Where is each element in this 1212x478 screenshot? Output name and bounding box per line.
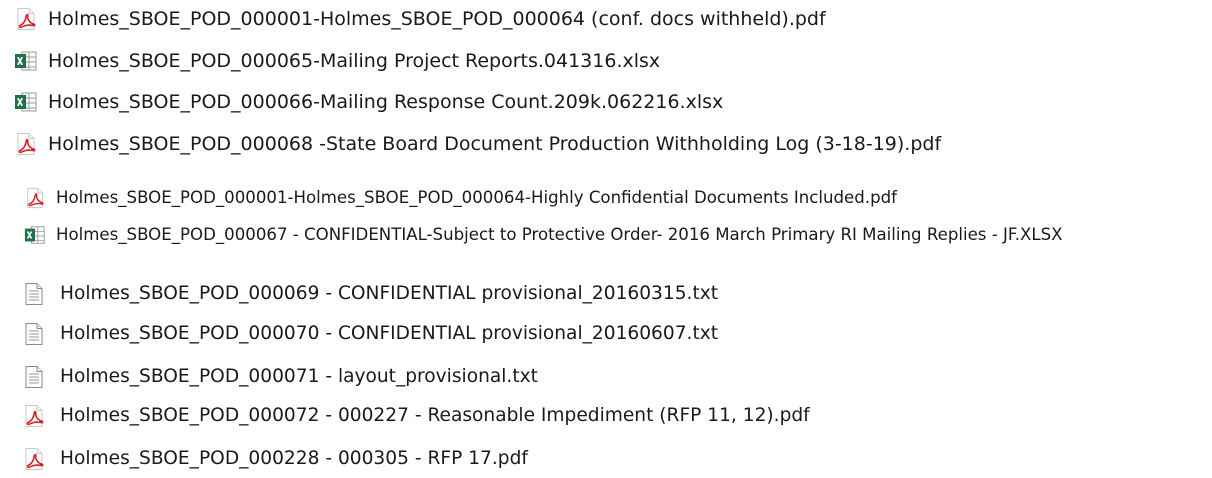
text-file-icon [22,365,46,389]
file-name: Holmes_SBOE_POD_000069 - CONFIDENTIAL pr… [60,283,719,304]
file-item[interactable]: Holmes_SBOE_POD_000066-Mailing Response … [14,87,723,117]
file-item[interactable]: Holmes_SBOE_POD_000228 - 000305 - RFP 17… [22,444,528,474]
file-item[interactable]: Holmes_SBOE_POD_000001-Holmes_SBOE_POD_0… [14,4,826,34]
excel-icon [24,224,46,246]
file-name: Holmes_SBOE_POD_000071 - layout_provisio… [60,366,538,387]
pdf-icon [24,187,46,209]
pdf-icon [14,7,38,31]
file-name: Holmes_SBOE_POD_000068 -State Board Docu… [48,133,942,155]
file-item[interactable]: Holmes_SBOE_POD_000001-Holmes_SBOE_POD_0… [24,183,897,213]
file-list: Holmes_SBOE_POD_000001-Holmes_SBOE_POD_0… [0,0,1212,478]
pdf-icon [14,132,38,156]
file-item[interactable]: Holmes_SBOE_POD_000070 - CONFIDENTIAL pr… [22,319,718,349]
file-item[interactable]: Holmes_SBOE_POD_000071 - layout_provisio… [22,362,538,392]
file-item[interactable]: Holmes_SBOE_POD_000068 -State Board Docu… [14,129,941,159]
file-name: Holmes_SBOE_POD_000066-Mailing Response … [48,91,724,113]
pdf-icon [22,404,46,428]
file-name: Holmes_SBOE_POD_000067 - CONFIDENTIAL-Su… [56,225,1063,244]
file-item[interactable]: Holmes_SBOE_POD_000067 - CONFIDENTIAL-Su… [24,220,1063,250]
excel-icon [14,49,38,73]
file-name: Holmes_SBOE_POD_000065-Mailing Project R… [48,50,661,72]
file-item[interactable]: Holmes_SBOE_POD_000065-Mailing Project R… [14,46,660,76]
file-item[interactable]: Holmes_SBOE_POD_000072 - 000227 - Reason… [22,401,810,431]
excel-icon [14,90,38,114]
file-name: Holmes_SBOE_POD_000070 - CONFIDENTIAL pr… [60,323,719,344]
file-name: Holmes_SBOE_POD_000228 - 000305 - RFP 17… [60,448,528,469]
text-file-icon [22,322,46,346]
file-name: Holmes_SBOE_POD_000072 - 000227 - Reason… [60,405,810,426]
file-name: Holmes_SBOE_POD_000001-Holmes_SBOE_POD_0… [56,188,897,207]
file-name: Holmes_SBOE_POD_000001-Holmes_SBOE_POD_0… [48,8,826,30]
file-item[interactable]: Holmes_SBOE_POD_000069 - CONFIDENTIAL pr… [22,279,718,309]
pdf-icon [22,447,46,471]
text-file-icon [22,282,46,306]
